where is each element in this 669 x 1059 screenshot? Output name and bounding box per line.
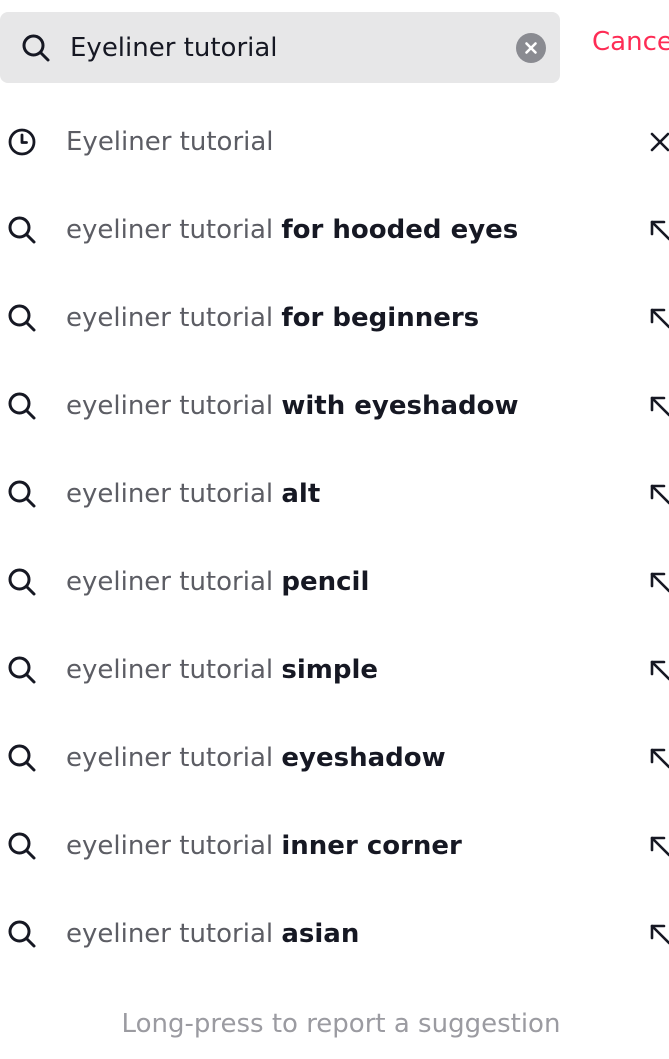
suggestion-prefix: eyeliner tutorial xyxy=(66,743,282,773)
fill-arrow-icon[interactable] xyxy=(646,216,669,244)
search-header: Cancel xyxy=(0,0,669,96)
search-icon xyxy=(8,656,36,684)
fill-arrow-icon[interactable] xyxy=(646,480,669,508)
fill-arrow-icon[interactable] xyxy=(646,656,669,684)
search-icon xyxy=(22,34,50,62)
history-item-label: Eyeliner tutorial xyxy=(66,127,274,157)
suggestion-completion: pencil xyxy=(281,567,370,597)
search-icon xyxy=(8,832,36,860)
search-icon xyxy=(8,304,36,332)
suggestion-item[interactable]: eyeliner tutorial eyeshadow xyxy=(0,714,669,802)
suggestion-text: eyeliner tutorial pencil xyxy=(66,538,369,626)
suggestion-completion: for hooded eyes xyxy=(281,215,519,245)
suggestion-prefix: eyeliner tutorial xyxy=(66,215,282,245)
search-icon xyxy=(8,568,36,596)
search-icon xyxy=(8,920,36,948)
search-icon xyxy=(8,216,36,244)
suggestion-item[interactable]: eyeliner tutorial inner corner xyxy=(0,802,669,890)
suggestion-text: eyeliner tutorial inner corner xyxy=(66,802,462,890)
suggestion-item[interactable]: eyeliner tutorial alt xyxy=(0,450,669,538)
cancel-button[interactable]: Cancel xyxy=(592,22,669,62)
report-suggestion-hint: Long-press to report a suggestion xyxy=(121,1009,561,1039)
clear-search-button[interactable] xyxy=(516,33,546,63)
suggestion-prefix: eyeliner tutorial xyxy=(66,655,282,685)
suggestion-prefix: eyeliner tutorial xyxy=(66,391,282,421)
fill-arrow-icon[interactable] xyxy=(646,832,669,860)
suggestion-text: eyeliner tutorial for hooded eyes xyxy=(66,186,518,274)
fill-arrow-icon[interactable] xyxy=(646,568,669,596)
suggestion-prefix: eyeliner tutorial xyxy=(66,303,282,333)
suggestion-completion: alt xyxy=(281,479,321,509)
suggestion-completion: asian xyxy=(281,919,360,949)
fill-arrow-icon[interactable] xyxy=(646,920,669,948)
suggestion-text: eyeliner tutorial asian xyxy=(66,890,359,978)
suggestion-text: eyeliner tutorial with eyeshadow xyxy=(66,362,519,450)
suggestion-item[interactable]: eyeliner tutorial pencil xyxy=(0,538,669,626)
remove-x-icon[interactable] xyxy=(646,128,669,156)
clear-circle-icon xyxy=(525,42,537,54)
fill-arrow-icon[interactable] xyxy=(646,744,669,772)
suggestion-prefix: eyeliner tutorial xyxy=(66,919,282,949)
search-icon xyxy=(8,392,36,420)
search-bar[interactable] xyxy=(0,12,560,83)
suggestion-text: eyeliner tutorial alt xyxy=(66,450,320,538)
search-input[interactable] xyxy=(70,12,490,83)
suggestion-text: eyeliner tutorial for beginners xyxy=(66,274,479,362)
suggestion-item[interactable]: eyeliner tutorial for beginners xyxy=(0,274,669,362)
suggestion-completion: simple xyxy=(281,655,379,685)
suggestion-item[interactable]: eyeliner tutorial for hooded eyes xyxy=(0,186,669,274)
suggestion-item[interactable]: eyeliner tutorial asian xyxy=(0,890,669,978)
suggestion-text: eyeliner tutorial eyeshadow xyxy=(66,714,446,802)
suggestion-prefix: eyeliner tutorial xyxy=(66,831,282,861)
suggestion-list: Eyeliner tutorial eyeliner tutorial for … xyxy=(0,98,669,978)
suggestion-prefix: eyeliner tutorial xyxy=(66,567,282,597)
history-item[interactable]: Eyeliner tutorial xyxy=(0,98,669,186)
search-icon xyxy=(8,480,36,508)
search-icon xyxy=(8,744,36,772)
suggestion-completion: for beginners xyxy=(281,303,480,333)
suggestion-completion: with eyeshadow xyxy=(281,391,519,421)
fill-arrow-icon[interactable] xyxy=(646,392,669,420)
suggestion-text: eyeliner tutorial simple xyxy=(66,626,378,714)
history-clock-icon xyxy=(8,128,36,156)
search-screen: Cancel Eyeliner tutorial eyeliner tutori… xyxy=(0,0,669,1059)
suggestion-prefix: eyeliner tutorial xyxy=(66,479,282,509)
suggestion-completion: eyeshadow xyxy=(281,743,446,773)
suggestion-completion: inner corner xyxy=(281,831,462,861)
suggestion-item[interactable]: eyeliner tutorial simple xyxy=(0,626,669,714)
fill-arrow-icon[interactable] xyxy=(646,304,669,332)
suggestion-item[interactable]: eyeliner tutorial with eyeshadow xyxy=(0,362,669,450)
